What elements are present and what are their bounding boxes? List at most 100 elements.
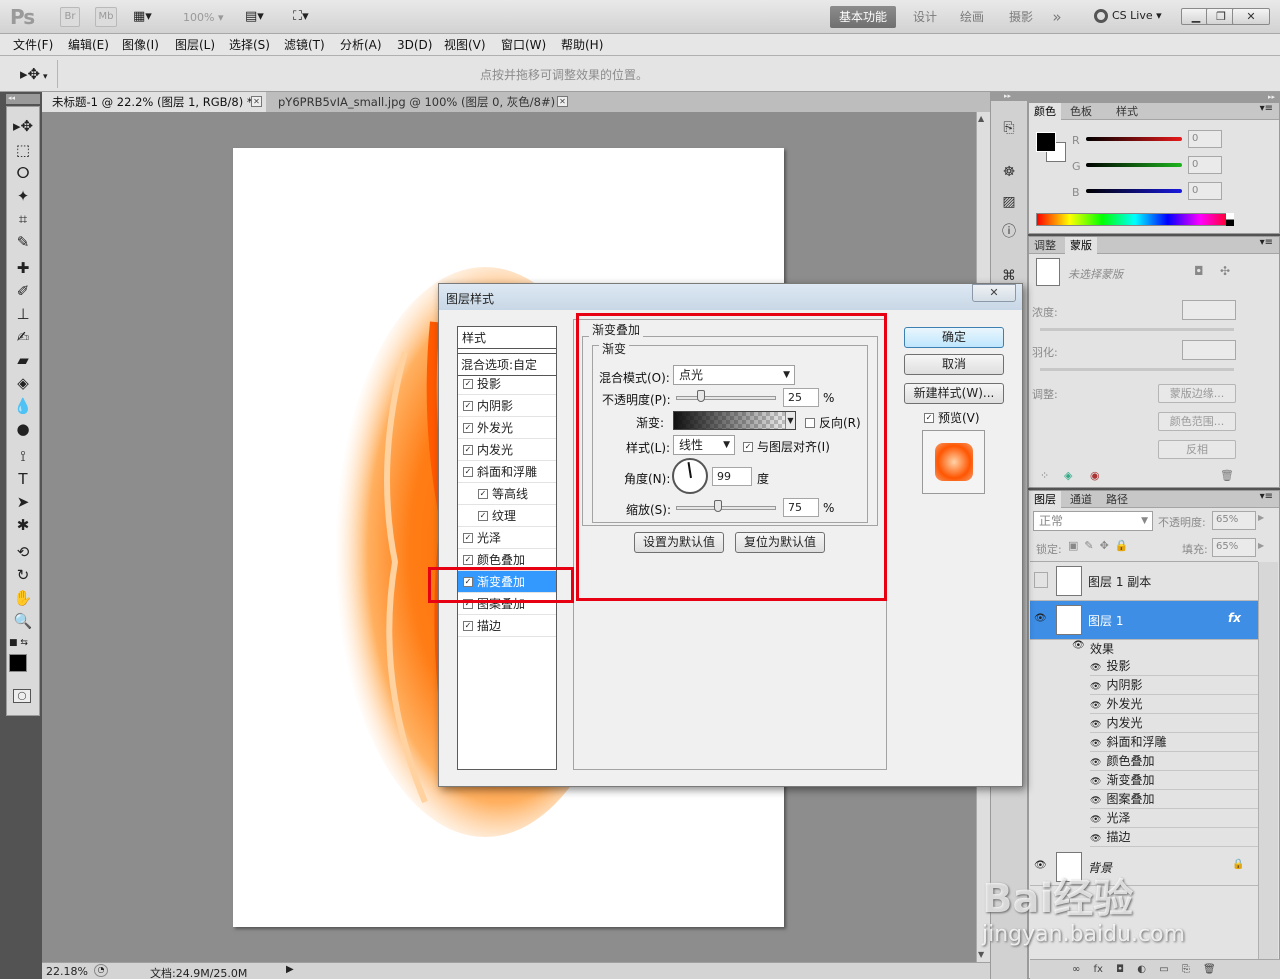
styles-list-header[interactable]: 样式: [458, 327, 556, 349]
new-layer-icon[interactable]: ⎘: [1182, 964, 1190, 975]
ok-button[interactable]: 确定: [904, 327, 1004, 348]
info-panel-icon[interactable]: ⓘ: [998, 221, 1020, 243]
pen-tool-icon[interactable]: ⟟: [8, 446, 38, 466]
move-tool-icon[interactable]: ▸✥: [8, 116, 38, 136]
adjustment-icon[interactable]: ◐: [1137, 964, 1146, 975]
eye-icon[interactable]: 👁: [1090, 701, 1101, 711]
style-checkbox[interactable]: ✓: [463, 444, 473, 455]
paint-bucket-tool-icon[interactable]: ◈: [8, 373, 38, 393]
style-checkbox[interactable]: ✓: [478, 510, 488, 521]
eye-icon[interactable]: 👁: [1090, 682, 1101, 692]
crop-tool-icon[interactable]: ⌗: [8, 209, 38, 229]
eye-icon[interactable]: 👁: [1090, 815, 1101, 825]
histogram-panel-icon[interactable]: ▨: [998, 191, 1020, 213]
brush-tool-icon[interactable]: ✐: [8, 281, 38, 301]
stamp-tool-icon[interactable]: ⊥: [8, 304, 38, 324]
channel-b-value[interactable]: 0: [1188, 182, 1222, 200]
tab-adjustments[interactable]: 调整: [1029, 237, 1061, 254]
effect-row[interactable]: 👁 内发光: [1090, 714, 1258, 733]
effects-eye-icon[interactable]: 👁: [1072, 640, 1085, 651]
style-item-3[interactable]: ✓ 内发光: [458, 439, 556, 461]
menu-file[interactable]: 文件(F): [13, 34, 53, 56]
style-checkbox[interactable]: ✓: [478, 488, 488, 499]
style-item-2[interactable]: ✓ 外发光: [458, 417, 556, 439]
view-extras-button[interactable]: ▦▾: [133, 9, 163, 25]
path-select-tool-icon[interactable]: ➤: [8, 492, 38, 512]
effect-row[interactable]: 👁 光泽: [1090, 809, 1258, 828]
group-icon[interactable]: ▭: [1159, 964, 1168, 975]
eye-icon[interactable]: 👁: [1090, 777, 1101, 787]
eraser-tool-icon[interactable]: ▰: [8, 350, 38, 370]
delete-mask-icon[interactable]: 🗑: [1220, 469, 1234, 482]
menu-layer[interactable]: 图层(L): [175, 34, 215, 56]
eye-icon[interactable]: 👁: [1090, 720, 1101, 730]
effect-row[interactable]: 👁 内阴影: [1090, 676, 1258, 695]
effect-row[interactable]: 👁 外发光: [1090, 695, 1258, 714]
link-icon[interactable]: ∞: [1072, 964, 1080, 975]
type-tool-icon[interactable]: T: [8, 469, 38, 489]
disable-mask-icon[interactable]: ◉: [1090, 469, 1100, 482]
more-workspaces-icon[interactable]: »: [1046, 6, 1068, 28]
workspace-photography[interactable]: 摄影: [1002, 6, 1040, 28]
new-style-button[interactable]: 新建样式(W)...: [904, 383, 1004, 404]
channel-r-value[interactable]: 0: [1188, 130, 1222, 148]
layer-name[interactable]: 图层 1: [1088, 612, 1123, 629]
status-menu-arrow-icon[interactable]: ▶: [286, 964, 294, 975]
style-item-11[interactable]: ✓ 描边: [458, 615, 556, 637]
effect-row[interactable]: 👁 描边: [1090, 828, 1258, 847]
eye-icon[interactable]: 👁: [1034, 613, 1047, 624]
channel-b-slider[interactable]: [1086, 189, 1182, 193]
zoom-level-select[interactable]: 100% ▾: [183, 11, 223, 24]
history-brush-tool-icon[interactable]: ✍: [8, 327, 38, 347]
menu-edit[interactable]: 编辑(E): [68, 34, 109, 56]
layer-name[interactable]: 图层 1 副本: [1088, 573, 1151, 590]
eye-icon[interactable]: 👁: [1090, 663, 1101, 673]
trash-icon[interactable]: 🗑: [1203, 964, 1216, 975]
style-item-0[interactable]: ✓ 投影: [458, 373, 556, 395]
opacity-arrow-icon[interactable]: ▶: [1258, 513, 1264, 522]
style-item-7[interactable]: ✓ 光泽: [458, 527, 556, 549]
tab-channels[interactable]: 通道: [1065, 491, 1097, 508]
foreground-color-chip[interactable]: [1036, 132, 1056, 152]
quick-select-tool-icon[interactable]: ✦: [8, 186, 38, 206]
style-item-4[interactable]: ✓ 斜面和浮雕: [458, 461, 556, 483]
scroll-down-icon[interactable]: ▼: [978, 950, 984, 959]
menu-help[interactable]: 帮助(H): [561, 34, 603, 56]
tab-color[interactable]: 颜色: [1029, 103, 1061, 120]
preview-check[interactable]: ✓: [924, 412, 934, 423]
effect-row[interactable]: 👁 颜色叠加: [1090, 752, 1258, 771]
style-checkbox[interactable]: ✓: [463, 400, 473, 411]
channel-g-slider[interactable]: [1086, 163, 1182, 167]
workspace-painting[interactable]: 绘画: [952, 6, 992, 28]
effect-row[interactable]: 👁 投影: [1090, 657, 1258, 676]
3d-rotate-tool-icon[interactable]: ⟲: [8, 542, 38, 562]
tab-layers[interactable]: 图层: [1029, 491, 1061, 508]
shape-tool-icon[interactable]: ✱: [8, 515, 38, 535]
style-checkbox[interactable]: ✓: [463, 466, 473, 477]
style-checkbox[interactable]: ✓: [463, 554, 473, 565]
marquee-tool-icon[interactable]: ⬚: [8, 140, 38, 160]
workspace-essentials[interactable]: 基本功能: [830, 6, 896, 28]
fx-icon[interactable]: fx: [1094, 964, 1103, 975]
pixel-mask-icon[interactable]: ◘: [1194, 264, 1204, 278]
dodge-tool-icon[interactable]: ●: [8, 419, 38, 439]
feather-input[interactable]: [1182, 340, 1236, 360]
bridge-button[interactable]: Br: [60, 7, 80, 27]
menu-window[interactable]: 窗口(W): [501, 34, 546, 56]
visibility-toggle[interactable]: [1034, 572, 1048, 588]
density-input[interactable]: [1182, 300, 1236, 320]
tab-masks[interactable]: 蒙版: [1065, 237, 1097, 254]
spectrum-black-white[interactable]: [1226, 213, 1234, 226]
eye-icon[interactable]: 👁: [1090, 758, 1101, 768]
strip-collapse-icon[interactable]: ▸▸: [990, 92, 1028, 101]
effect-row[interactable]: 👁 斜面和浮雕: [1090, 733, 1258, 752]
cs-live-button[interactable]: CS Live ▾: [1094, 9, 1162, 23]
style-checkbox[interactable]: ✓: [463, 422, 473, 433]
layer-row-selected[interactable]: 👁 图层 1 fx: [1030, 601, 1258, 640]
tool-preset-picker[interactable]: ▸✥ ▾: [8, 60, 58, 88]
preview-checkbox[interactable]: ✓ 预览(V): [924, 409, 980, 426]
effect-row[interactable]: 👁 图案叠加: [1090, 790, 1258, 809]
mask-edge-button[interactable]: 蒙版边缘...: [1158, 384, 1236, 403]
swap-colors-icon[interactable]: ■ ⇆: [9, 638, 28, 648]
blend-mode-select[interactable]: 正常 ▼: [1033, 511, 1153, 531]
